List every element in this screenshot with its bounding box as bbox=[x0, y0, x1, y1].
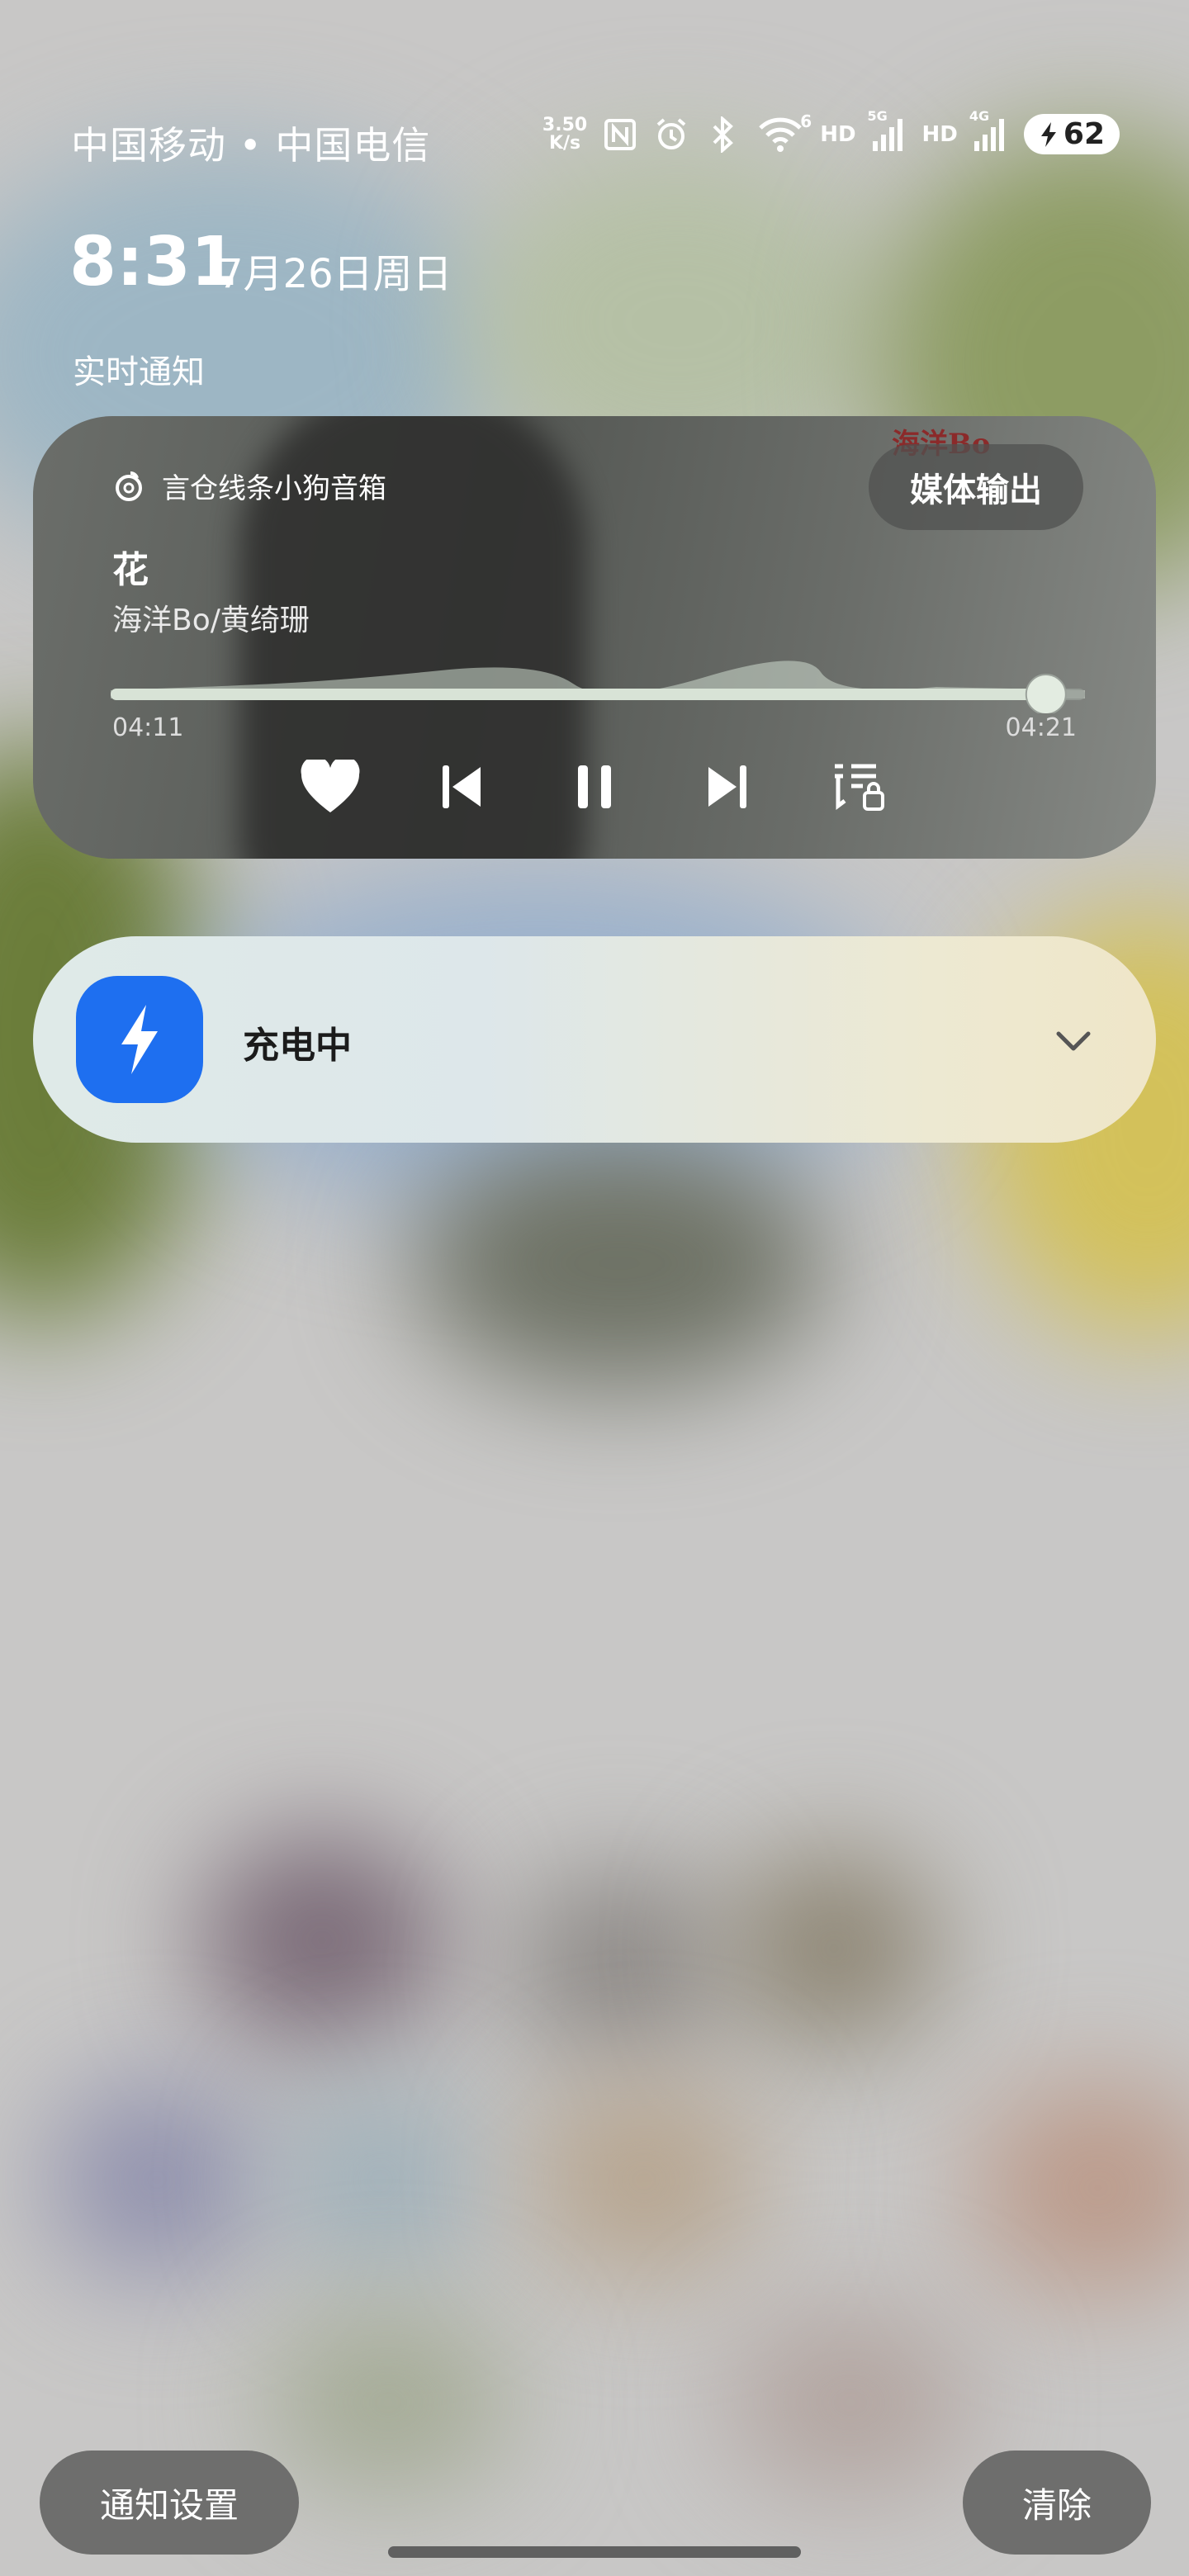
clock-date: 7月26日周日 bbox=[218, 251, 452, 297]
clear-button[interactable]: 清除 bbox=[963, 2451, 1151, 2555]
pause-icon[interactable] bbox=[562, 755, 627, 819]
bluetooth-icon bbox=[704, 116, 741, 153]
next-icon[interactable] bbox=[694, 755, 759, 819]
clock-time: 8:31 bbox=[69, 223, 238, 301]
chevron-down-icon[interactable] bbox=[1049, 1016, 1098, 1065]
charging-notification[interactable]: 充电中 bbox=[33, 936, 1156, 1143]
elapsed-time: 04:11 bbox=[112, 713, 184, 742]
netease-music-icon bbox=[116, 471, 142, 501]
notification-settings-button[interactable]: 通知设置 bbox=[40, 2451, 299, 2555]
song-artist: 海洋Bo/黄绮珊 bbox=[112, 604, 310, 637]
progress-knob[interactable] bbox=[1025, 674, 1067, 713]
section-title: 实时通知 bbox=[73, 353, 205, 391]
charging-label: 充电中 bbox=[243, 1025, 352, 1067]
previous-icon[interactable] bbox=[430, 755, 495, 819]
total-duration: 04:21 bbox=[1005, 713, 1077, 742]
heart-icon[interactable] bbox=[298, 755, 362, 819]
network-speed: 3.50 K/s bbox=[542, 114, 588, 154]
signal-icon: 4G bbox=[969, 108, 1009, 153]
signal-icon: 5G bbox=[868, 108, 907, 153]
lyrics-icon[interactable] bbox=[827, 755, 891, 819]
playback-controls bbox=[33, 755, 1156, 819]
charging-icon bbox=[76, 976, 203, 1103]
battery-indicator: 62 bbox=[1023, 114, 1120, 154]
status-icons: 3.50 K/s 6 HD 5G HD 4G 62 bbox=[542, 108, 1120, 154]
nfc-icon bbox=[602, 116, 638, 153]
progress-fill bbox=[111, 689, 1046, 700]
home-indicator[interactable] bbox=[388, 2546, 801, 2558]
progress-waveform[interactable] bbox=[111, 639, 1085, 713]
media-output-button[interactable]: 媒体输出 bbox=[869, 444, 1083, 530]
hd-label: HD bbox=[921, 121, 958, 147]
hd-label: HD bbox=[820, 121, 856, 147]
media-player-card[interactable]: 海洋Bo 言仓线条小狗音箱 媒体输出 花 海洋Bo/黄绮珊 04:11 04:2… bbox=[33, 416, 1156, 859]
device-name: 言仓线条小狗音箱 bbox=[162, 472, 386, 505]
carrier-label: 中国移动 • 中国电信 bbox=[71, 123, 431, 168]
song-title: 花 bbox=[112, 549, 149, 591]
media-source: 言仓线条小狗音箱 bbox=[112, 466, 386, 506]
alarm-icon bbox=[653, 116, 689, 153]
charging-bolt-icon bbox=[1040, 121, 1056, 147]
wifi-icon: 6 bbox=[756, 111, 812, 153]
